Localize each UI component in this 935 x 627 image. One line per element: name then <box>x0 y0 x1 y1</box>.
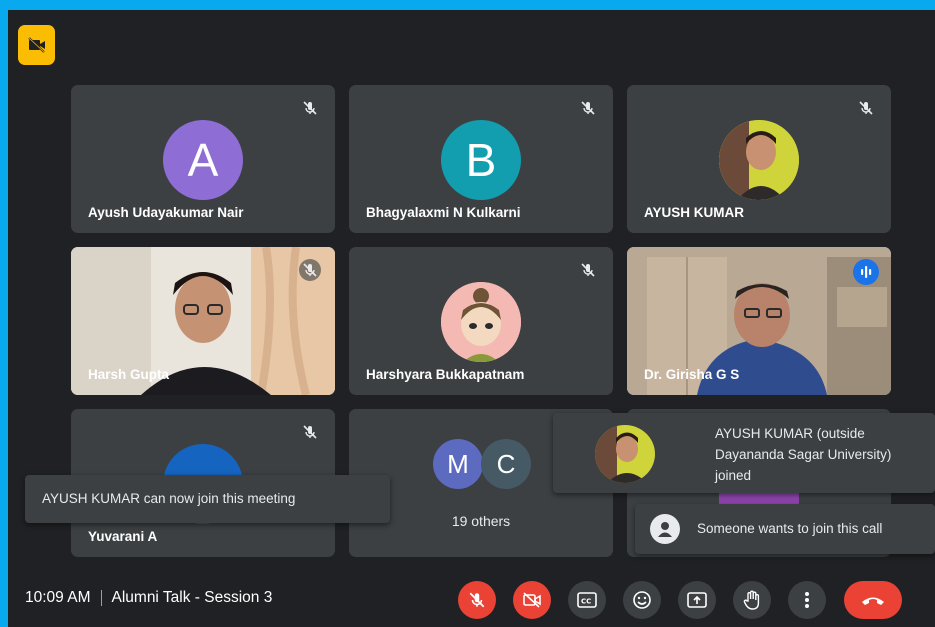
raise-hand-button[interactable] <box>733 581 771 619</box>
avatar: A <box>163 120 243 200</box>
participant-name: Harshyara Bukkapatnam <box>366 367 525 382</box>
avatar-letter: C <box>496 448 516 479</box>
profile-photo <box>719 120 799 200</box>
captions-icon: CC <box>577 592 597 608</box>
more-vert-icon <box>805 592 809 608</box>
mic-off-icon <box>855 97 877 119</box>
participant-name: Yuvarani A <box>88 529 158 544</box>
leave-call-button[interactable] <box>844 581 902 619</box>
emoji-icon <box>633 591 651 609</box>
mic-off-icon <box>299 97 321 119</box>
participant-name: Harsh Gupta <box>88 367 170 382</box>
recording-indicator[interactable] <box>18 25 55 65</box>
meeting-info: 10:09 AM Alumni Talk - Session 3 <box>25 589 272 607</box>
participant-name: Dr. Girisha G S <box>644 367 740 382</box>
participant-tile-active-speaker[interactable]: Dr. Girisha G S <box>627 247 891 395</box>
notification-text: AYUSH KUMAR (outside Dayananda Sagar Uni… <box>715 426 892 483</box>
guest-icon <box>650 514 680 544</box>
participant-tile[interactable]: Harshyara Bukkapatnam <box>349 247 613 395</box>
svg-text:CC: CC <box>581 598 591 606</box>
clock-time: 10:09 AM <box>25 589 91 606</box>
avatar <box>595 425 655 483</box>
avatar-letter: M <box>447 448 469 479</box>
control-bar: 10:09 AM Alumni Talk - Session 3 CC <box>8 569 935 627</box>
mic-off-icon <box>299 421 321 443</box>
captions-button[interactable]: CC <box>568 581 606 619</box>
notification-text: Someone wants to join this call <box>697 521 883 536</box>
avatar-letter: A <box>187 134 219 186</box>
participant-tile[interactable]: B Bhagyalaxmi N Kulkarni <box>349 85 613 233</box>
profile-photo <box>595 425 655 483</box>
participant-name: AYUSH KUMAR <box>644 205 745 220</box>
notification-can-join: AYUSH KUMAR can now join this meeting <box>25 475 390 523</box>
others-avatar: C <box>481 439 531 489</box>
avatar <box>441 282 521 362</box>
participant-tile-video[interactable]: Harsh Gupta <box>71 247 335 395</box>
participant-tile[interactable]: AYUSH KUMAR <box>627 85 891 233</box>
camera-toggle-button[interactable] <box>513 581 551 619</box>
speaking-indicator <box>853 259 879 285</box>
camera-off-icon <box>523 592 541 608</box>
meet-window: A Ayush Udayakumar Nair B Bhagyalaxmi N … <box>8 10 935 627</box>
mic-off-icon <box>577 97 599 119</box>
mic-off-icon <box>469 592 485 608</box>
more-options-button[interactable] <box>788 581 826 619</box>
avatar: B <box>441 120 521 200</box>
participant-name: Ayush Udayakumar Nair <box>88 205 244 220</box>
mic-toggle-button[interactable] <box>458 581 496 619</box>
reactions-button[interactable] <box>623 581 661 619</box>
audio-level-icon <box>861 266 872 278</box>
others-avatar: M <box>433 439 483 489</box>
present-screen-icon <box>687 592 707 608</box>
camera-off-icon <box>27 37 45 53</box>
hand-icon <box>743 590 760 610</box>
divider <box>100 589 102 606</box>
avatar <box>719 120 799 200</box>
mic-off-icon <box>299 259 321 281</box>
notification-joined: AYUSH KUMAR (outside Dayananda Sagar Uni… <box>553 413 935 493</box>
notification-wants-join[interactable]: Someone wants to join this call <box>635 504 935 554</box>
avatar-letter: B <box>465 134 497 186</box>
participant-tile[interactable]: A Ayush Udayakumar Nair <box>71 85 335 233</box>
present-button[interactable] <box>678 581 716 619</box>
mic-off-icon <box>577 259 599 281</box>
hang-up-icon <box>862 597 884 605</box>
meeting-title: Alumni Talk - Session 3 <box>111 589 273 606</box>
profile-illustration <box>441 282 521 362</box>
notification-text: AYUSH KUMAR can now join this meeting <box>42 491 296 506</box>
participant-name: Bhagyalaxmi N Kulkarni <box>366 205 521 220</box>
